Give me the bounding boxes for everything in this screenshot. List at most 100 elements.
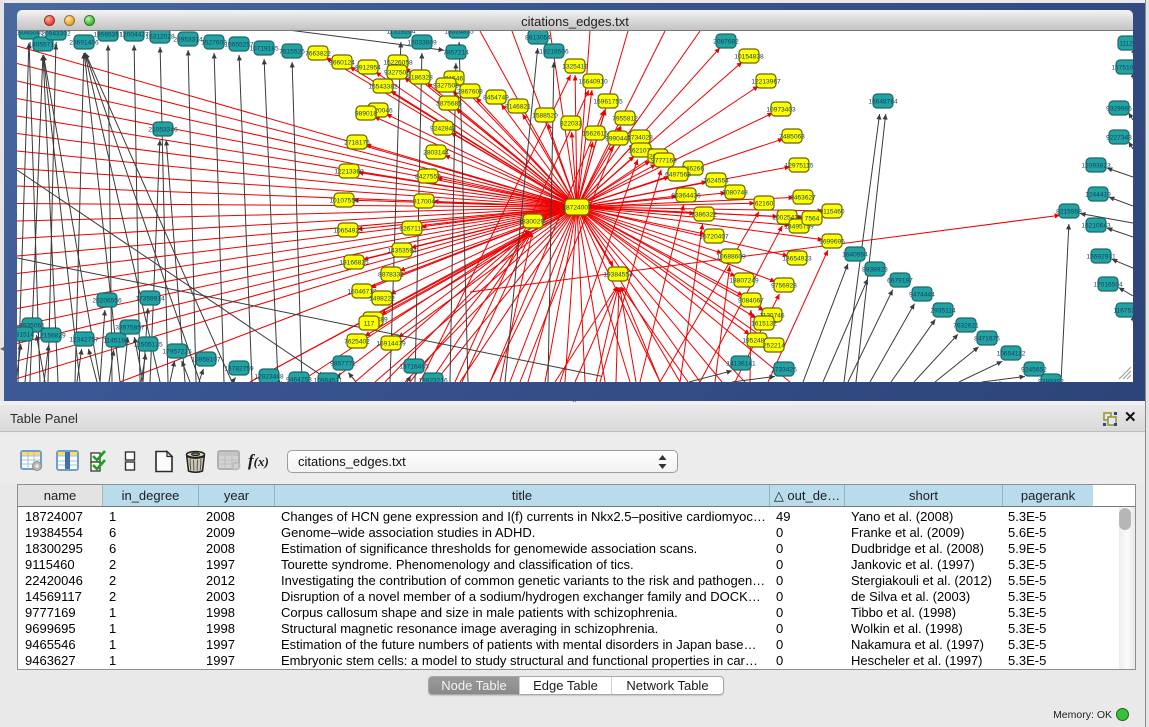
- svg-text:1615132: 1615132: [751, 321, 777, 328]
- svg-text:391514: 391514: [17, 332, 34, 339]
- svg-text:2935114: 2935114: [930, 308, 956, 315]
- svg-text:17016504: 17016504: [1093, 282, 1123, 289]
- svg-text:1167534: 1167534: [1113, 308, 1133, 315]
- svg-text:16045045: 16045045: [17, 31, 44, 37]
- svg-text:1527602: 1527602: [201, 40, 227, 47]
- svg-text:2803144: 2803144: [423, 150, 449, 157]
- svg-text:7485063: 7485063: [779, 134, 805, 141]
- svg-text:10964511: 10964511: [314, 378, 343, 383]
- svg-text:8813054: 8813054: [525, 35, 551, 42]
- svg-text:7625402: 7625402: [344, 339, 370, 346]
- svg-text:20943302: 20943302: [41, 31, 71, 38]
- svg-text:8454749: 8454749: [483, 95, 509, 102]
- svg-text:989018: 989018: [355, 111, 377, 118]
- svg-text:17359914: 17359914: [135, 296, 165, 303]
- svg-text:18724007: 18724007: [562, 205, 592, 212]
- svg-text:317004: 317004: [413, 199, 435, 206]
- svg-text:10958107: 10958107: [191, 357, 221, 364]
- svg-text:10654112: 10654112: [997, 351, 1026, 358]
- svg-text:16543382: 16543382: [368, 84, 398, 91]
- svg-text:3875685: 3875685: [436, 101, 462, 108]
- svg-text:117: 117: [364, 321, 375, 328]
- svg-text:7515526: 7515526: [279, 49, 305, 56]
- svg-text:9699695: 9699695: [819, 239, 845, 246]
- svg-text:252214: 252214: [763, 343, 785, 350]
- svg-text:19384554: 19384554: [603, 272, 633, 279]
- svg-text:1640954: 1640954: [842, 252, 868, 259]
- svg-text:14353594: 14353594: [387, 248, 417, 255]
- svg-text:8471676: 8471676: [974, 336, 1000, 343]
- svg-text:7663822: 7663822: [305, 51, 331, 58]
- svg-text:17957225: 17957225: [162, 349, 192, 356]
- svg-text:9227343: 9227343: [1106, 135, 1132, 142]
- svg-text:12093823: 12093823: [1081, 163, 1111, 170]
- svg-text:9146821: 9146821: [505, 104, 531, 111]
- svg-text:20364436: 20364436: [671, 193, 701, 200]
- svg-text:8912954: 8912954: [355, 65, 381, 72]
- svg-text:9242848: 9242848: [430, 126, 456, 133]
- svg-text:1624554: 1624554: [703, 178, 729, 185]
- svg-text:12923448: 12923448: [254, 374, 284, 381]
- svg-text:9474444: 9474444: [909, 292, 935, 299]
- svg-text:15751074: 15751074: [1111, 65, 1133, 72]
- svg-text:1733426: 1733426: [771, 367, 797, 374]
- svg-text:12213967: 12213967: [751, 79, 781, 86]
- svg-text:16961755: 16961755: [593, 99, 623, 106]
- svg-text:15312028: 15312028: [145, 34, 175, 41]
- svg-text:7955812: 7955812: [612, 116, 638, 123]
- svg-text:33975857: 33975857: [115, 325, 145, 332]
- svg-text:9389352: 9389352: [1038, 379, 1064, 383]
- svg-text:822033: 822033: [560, 121, 582, 128]
- svg-text:3267110: 3267110: [399, 226, 425, 233]
- svg-text:16210643: 16210643: [1081, 223, 1111, 230]
- svg-text:1588520: 1588520: [532, 113, 558, 120]
- svg-text:6679197: 6679197: [887, 278, 913, 285]
- svg-text:15692931: 15692931: [1086, 254, 1116, 261]
- svg-text:62160: 62160: [755, 201, 774, 208]
- svg-text:19166825: 19166825: [339, 260, 369, 267]
- svg-text:12156829: 12156829: [36, 333, 66, 340]
- svg-text:2087682: 2087682: [713, 39, 739, 46]
- svg-text:7857214: 7857214: [443, 50, 469, 57]
- svg-text:9245652: 9245652: [1021, 367, 1047, 374]
- svg-text:10654923: 10654923: [333, 228, 363, 235]
- svg-text:8215958: 8215958: [1056, 209, 1082, 216]
- svg-text:7564: 7564: [805, 216, 820, 223]
- svg-text:10973403: 10973403: [766, 107, 796, 114]
- svg-text:11319264: 11319264: [387, 31, 416, 36]
- svg-text:12213369: 12213369: [334, 169, 364, 176]
- svg-text:8427552: 8427552: [415, 174, 441, 181]
- svg-text:13654923: 13654923: [782, 256, 812, 263]
- svg-text:21053346: 21053346: [148, 127, 178, 134]
- svg-text:9660124: 9660124: [329, 60, 355, 67]
- svg-text:10719185: 10719185: [249, 46, 279, 53]
- svg-text:9464253: 9464253: [286, 377, 312, 383]
- svg-text:9756928: 9756928: [771, 283, 797, 290]
- svg-text:19218506: 19218506: [539, 49, 569, 56]
- svg-text:7386322: 7386322: [691, 212, 717, 219]
- svg-text:14136141: 14136141: [726, 361, 756, 368]
- svg-text:15720407: 15720407: [699, 234, 729, 241]
- svg-text:9327508: 9327508: [433, 83, 459, 90]
- svg-text:12975115: 12975115: [785, 163, 814, 170]
- svg-text:14055714: 14055714: [28, 42, 58, 49]
- svg-text:9463627: 9463627: [790, 195, 816, 202]
- svg-text:12505135: 12505135: [133, 342, 163, 349]
- svg-text:1325419: 1325419: [562, 64, 588, 71]
- svg-text:10154838: 10154838: [734, 54, 764, 61]
- svg-text:7632621: 7632621: [953, 323, 979, 330]
- svg-text:1080748: 1080748: [722, 190, 748, 197]
- svg-text:10107554: 10107554: [329, 198, 359, 205]
- svg-text:9777169: 9777169: [651, 158, 677, 165]
- svg-text:11124: 11124: [1119, 41, 1133, 48]
- svg-text:2867608: 2867608: [457, 89, 483, 96]
- svg-text:2718176: 2718176: [344, 140, 370, 147]
- svg-text:23691406: 23691406: [69, 40, 99, 47]
- svg-text:16914479: 16914479: [376, 341, 406, 348]
- svg-text:1498222: 1498222: [369, 296, 395, 303]
- svg-text:16923216: 16923216: [418, 378, 448, 383]
- svg-text:9115460: 9115460: [819, 209, 845, 216]
- svg-text:1145194: 1145194: [103, 338, 129, 345]
- svg-text:8186328: 8186328: [407, 75, 433, 82]
- svg-text:6497568: 6497568: [665, 172, 691, 179]
